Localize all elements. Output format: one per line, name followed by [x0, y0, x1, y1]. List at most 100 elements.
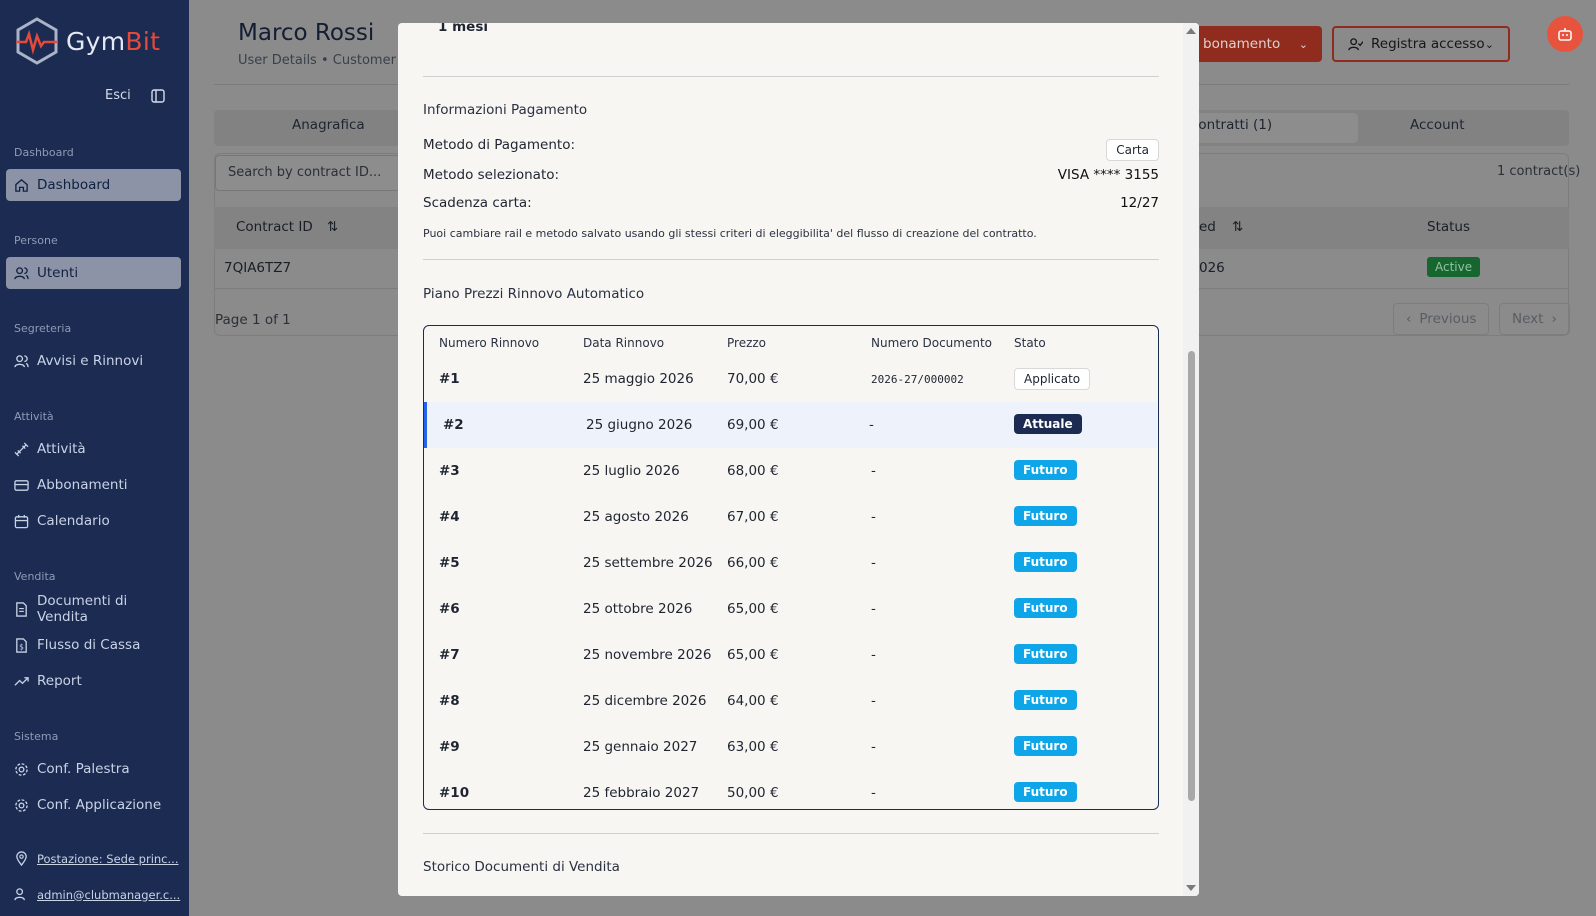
location-pin-icon	[16, 851, 27, 866]
sidebar-item-documenti[interactable]: Documenti di Vendita	[6, 593, 181, 625]
document-number: -	[871, 647, 876, 663]
document-number: -	[869, 417, 874, 433]
sidebar-item-conf-palestra[interactable]: Conf. Palestra	[6, 753, 181, 785]
status-badge: Futuro	[1014, 736, 1077, 756]
pagination-info: Page 1 of 1	[215, 312, 291, 328]
renewal-price: 64,00 €	[727, 693, 779, 709]
sort-icon: ⇅	[327, 219, 339, 235]
section-vendita: Vendita	[14, 570, 56, 583]
renewal-price: 63,00 €	[727, 739, 779, 755]
assistant-button[interactable]	[1547, 16, 1583, 52]
payment-section-title: Informazioni Pagamento	[423, 102, 588, 118]
document-number: -	[871, 601, 876, 617]
header-numero-rinnovo: Numero Rinnovo	[439, 336, 540, 350]
sidebar-item-attivita[interactable]: Attività	[6, 433, 181, 465]
renewal-date: 25 novembre 2026	[583, 647, 712, 663]
card-icon	[14, 479, 29, 491]
status-badge: Futuro	[1014, 644, 1077, 664]
sidebar-item-abbonamenti[interactable]: Abbonamenti	[6, 469, 181, 501]
register-access-button[interactable]: Registra accesso ⌄	[1332, 26, 1510, 62]
table-row: #1 25 maggio 2026 70,00 € 2026-27/000002…	[424, 356, 1157, 402]
sidebar-toggle-icon[interactable]	[151, 89, 165, 103]
previous-page-button[interactable]: ‹ Previous	[1393, 303, 1490, 335]
location-link[interactable]: Postazione: Sede princ...	[6, 851, 181, 866]
document-number[interactable]: 2026-27/000002	[871, 373, 964, 386]
renewal-price: 70,00 €	[727, 371, 779, 387]
renewal-number: #6	[439, 601, 460, 617]
renewal-price: 67,00 €	[727, 509, 779, 525]
sidebar-item-calendario[interactable]: Calendario	[6, 505, 181, 537]
renewal-date: 25 gennaio 2027	[583, 739, 698, 755]
column-contract-id[interactable]: Contract ID ⇅	[236, 219, 338, 235]
contract-search-input[interactable]: Search by contract ID...	[215, 155, 405, 191]
sidebar-item-conf-applicazione[interactable]: Conf. Applicazione	[6, 789, 181, 821]
status-badge: Attuale	[1014, 414, 1082, 434]
subscription-button-label: bonamento	[1203, 36, 1281, 52]
next-page-button[interactable]: Next ›	[1499, 303, 1570, 335]
modal-scrollbar[interactable]	[1183, 23, 1199, 896]
contract-count: 1 contract(s)	[1497, 164, 1581, 179]
brand-logo[interactable]: GymBit	[14, 16, 160, 66]
renewal-date: 25 dicembre 2026	[583, 693, 707, 709]
sidebar-item-label: Attività	[37, 441, 86, 457]
renewal-price: 68,00 €	[727, 463, 779, 479]
renewal-number: #7	[439, 647, 460, 663]
sidebar-item-report[interactable]: Report	[6, 665, 181, 697]
table-row: #7 25 novembre 2026 65,00 € - Futuro	[424, 632, 1157, 678]
sidebar-item-avvisi[interactable]: Avvisi e Rinnovi	[6, 345, 181, 377]
account-label: admin@clubmanager.c...	[37, 887, 181, 902]
sidebar-item-flusso-cassa[interactable]: $ Flusso di Cassa	[6, 629, 181, 661]
status-badge: Applicato	[1014, 368, 1091, 390]
status-badge: Active	[1427, 257, 1481, 277]
scroll-down-arrow-icon[interactable]	[1186, 885, 1196, 891]
contract-id-cell: 7QIA6TZ7	[224, 260, 292, 276]
section-persone: Persone	[14, 234, 58, 247]
tab-anagrafica[interactable]: Anagrafica	[292, 117, 365, 133]
renewal-date: 25 giugno 2026	[586, 417, 693, 433]
renewal-number: #3	[439, 463, 460, 479]
table-row: #8 25 dicembre 2026 64,00 € - Futuro	[424, 678, 1157, 724]
users-icon	[14, 266, 29, 279]
status-badge: Futuro	[1014, 460, 1077, 480]
table-row: #10 25 febbraio 2027 50,00 € - Futuro	[424, 770, 1157, 809]
renewal-price: 69,00 €	[727, 417, 779, 433]
page-title: Marco Rossi	[238, 20, 375, 46]
section-dashboard: Dashboard	[14, 146, 74, 159]
sidebar-item-label: Conf. Palestra	[37, 761, 130, 777]
renewal-number: #10	[439, 785, 470, 801]
subscription-dropdown-button[interactable]: bonamento ⌄	[1189, 26, 1322, 62]
user-icon	[14, 888, 25, 901]
trend-icon	[14, 676, 29, 686]
cash-icon: $	[16, 637, 27, 653]
status-badge: Futuro	[1014, 598, 1077, 618]
sidebar-item-label: Avvisi e Rinnovi	[37, 353, 144, 369]
renewal-number: #1	[439, 371, 460, 387]
renewal-price: 65,00 €	[727, 601, 779, 617]
calendar-icon	[14, 514, 29, 528]
scrollbar-thumb[interactable]	[1188, 351, 1195, 801]
chevron-left-icon: ‹	[1406, 311, 1412, 327]
logout-button[interactable]: Esci	[105, 88, 131, 103]
renewal-number: #2	[443, 417, 464, 433]
header-prezzo: Prezzo	[727, 336, 767, 350]
sidebar-item-label: Report	[37, 673, 82, 689]
sidebar-item-dashboard[interactable]: Dashboard	[6, 169, 181, 201]
account-link[interactable]: admin@clubmanager.c...	[6, 887, 181, 902]
status-badge: Futuro	[1014, 782, 1077, 802]
tab-account[interactable]: Account	[1410, 117, 1465, 133]
renewal-number: #8	[439, 693, 460, 709]
document-number: -	[871, 555, 876, 571]
section-divider	[423, 76, 1159, 77]
column-created[interactable]: ed ⇅	[1199, 219, 1243, 235]
sidebar-item-label: Abbonamenti	[37, 477, 128, 493]
header-data-rinnovo: Data Rinnovo	[583, 336, 665, 350]
sidebar-item-label: Conf. Applicazione	[37, 797, 162, 813]
tab-contratti[interactable]: Contratti (1)	[1189, 117, 1272, 133]
activity-icon	[14, 441, 29, 457]
section-divider	[423, 833, 1159, 834]
sidebar-item-utenti[interactable]: Utenti	[6, 257, 181, 289]
column-status[interactable]: Status	[1427, 219, 1470, 235]
header-numero-documento: Numero Documento	[871, 336, 992, 350]
scroll-up-arrow-icon[interactable]	[1186, 28, 1196, 34]
selected-method-value: VISA **** 3155	[1057, 167, 1159, 183]
